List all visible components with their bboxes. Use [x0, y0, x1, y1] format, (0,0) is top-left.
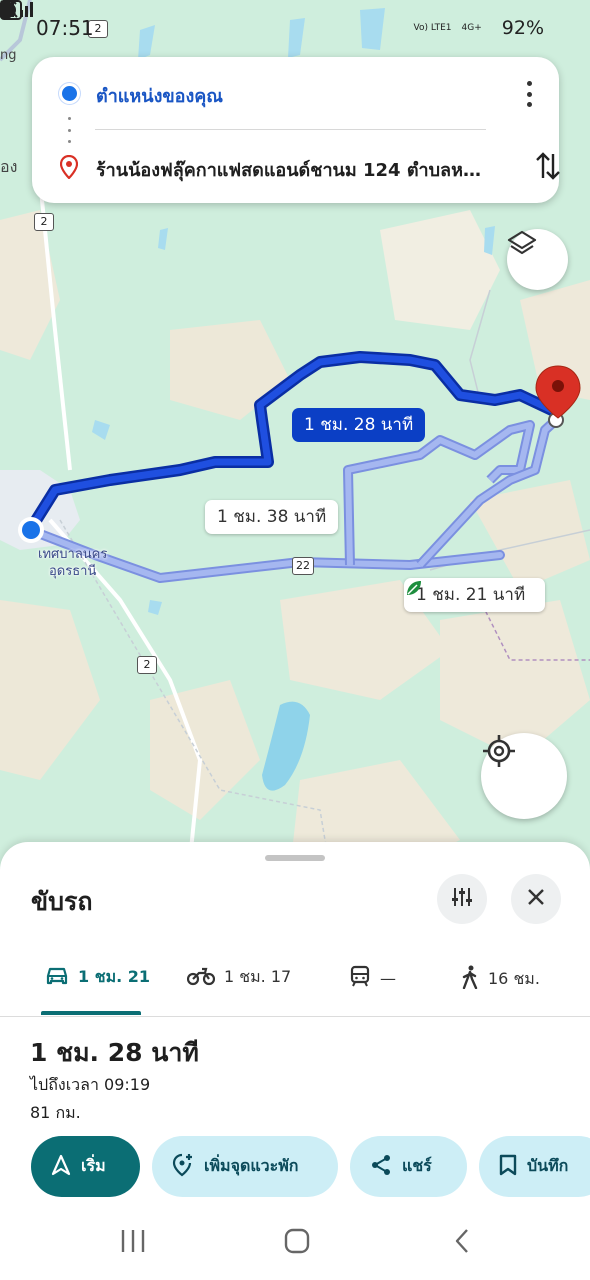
- status-bar: 07:51 Vo) LTE1 4G+ 92%: [0, 0, 590, 56]
- net-type-label: 4G+: [461, 23, 482, 33]
- add-stop-button-label: เพิ่มจุดแวะพัก: [204, 1156, 299, 1175]
- save-button-label: บันทึก: [527, 1156, 569, 1175]
- action-buttons: เริ่ม เพิ่มจุดแวะพัก แชร์ บันทึก: [0, 1136, 590, 1198]
- network-label: Vo) LTE1: [413, 23, 452, 33]
- share-button-label: แชร์: [402, 1156, 432, 1175]
- more-vert-icon[interactable]: [525, 81, 533, 107]
- layers-button[interactable]: [507, 229, 568, 290]
- my-location-button[interactable]: [481, 733, 567, 819]
- destination-field[interactable]: ร้านน้องฟลุ๊คกาแฟสดแอนด์ชานม 124 ตำบลหนอ…: [96, 155, 490, 184]
- share-icon: [370, 1154, 392, 1180]
- route-duration: 1 ชม. 28 นาที: [30, 1038, 199, 1067]
- system-nav-bar: [0, 1205, 590, 1280]
- close-icon: [527, 888, 545, 910]
- tab-walking[interactable]: 16 ชม.: [461, 965, 540, 993]
- town-label-line-1: เทศบาลนคร: [38, 547, 108, 562]
- clock: 07:51: [36, 16, 94, 40]
- map-view[interactable]: 1 ชม. 28 นาที 1 ชม. 38 นาที 1 ชม. 21 นาท…: [0, 0, 590, 880]
- tab-walking-label: 16 ชม.: [488, 968, 540, 988]
- walk-icon: [461, 965, 479, 993]
- road-shield: 2: [137, 656, 157, 674]
- origin-dot-icon: [62, 86, 77, 101]
- route-label-alt-1[interactable]: 1 ชม. 38 นาที: [205, 500, 339, 534]
- sheet-handle[interactable]: [265, 855, 325, 861]
- tab-transit-label: —: [380, 968, 396, 988]
- close-button[interactable]: [511, 874, 561, 924]
- route-label-alt-2[interactable]: 1 ชม. 21 นาที: [404, 578, 546, 612]
- add-location-icon: [172, 1153, 194, 1181]
- share-button[interactable]: แชร์: [350, 1136, 467, 1197]
- motorcycle-icon: [186, 966, 216, 990]
- tab-driving-label: 1 ชม. 21: [78, 967, 151, 986]
- route-options-button[interactable]: [437, 874, 487, 924]
- connector-dots: [68, 117, 71, 143]
- start-button[interactable]: เริ่ม: [31, 1136, 140, 1197]
- bookmark-icon: [499, 1154, 517, 1180]
- route-label-primary[interactable]: 1 ชม. 28 นาที: [292, 408, 426, 442]
- map-edge-label: อง: [0, 157, 18, 176]
- road-shield: 22: [292, 557, 314, 575]
- back-icon[interactable]: [451, 1227, 475, 1259]
- car-icon: [45, 966, 69, 990]
- train-icon: [349, 965, 371, 991]
- navigation-arrow-icon: [51, 1154, 71, 1180]
- directions-search-card: ตำแหน่งของคุณ ร้านน้องฟลุ๊คกาแฟสดแอนด์ชา…: [32, 57, 560, 203]
- town-label-line-2: อุดรธานี: [49, 564, 97, 579]
- travel-mode-tabs: 1 ชม. 21 1 ชม. 17 — 16 ชม.: [0, 947, 590, 1017]
- divider: [95, 129, 486, 130]
- home-icon[interactable]: [283, 1227, 311, 1259]
- tab-transit[interactable]: —: [349, 965, 396, 991]
- add-stop-button[interactable]: เพิ่มจุดแวะพัก: [152, 1136, 338, 1197]
- town-label: เทศบาลนคร อุดรธานี: [38, 546, 107, 580]
- route-label-alt-2-text: 1 ชม. 21 นาที: [416, 585, 526, 605]
- recents-icon[interactable]: [119, 1227, 147, 1259]
- tab-motorcycle[interactable]: 1 ชม. 17: [186, 965, 292, 990]
- tune-icon: [451, 886, 473, 912]
- save-button[interactable]: บันทึก: [479, 1136, 590, 1197]
- tab-driving[interactable]: 1 ชม. 21: [45, 965, 150, 990]
- road-shield: 2: [34, 213, 54, 231]
- route-distance: 81 กม.: [30, 1103, 81, 1122]
- battery-level: 92%: [501, 17, 544, 39]
- active-tab-indicator: [41, 1011, 141, 1015]
- sheet-title: ขับรถ: [31, 887, 93, 916]
- start-button-label: เริ่ม: [81, 1156, 106, 1175]
- tab-motorcycle-label: 1 ชม. 17: [224, 967, 292, 986]
- arrival-time: ไปถึงเวลา 09:19: [30, 1075, 151, 1094]
- origin-field[interactable]: ตำแหน่งของคุณ: [96, 81, 223, 110]
